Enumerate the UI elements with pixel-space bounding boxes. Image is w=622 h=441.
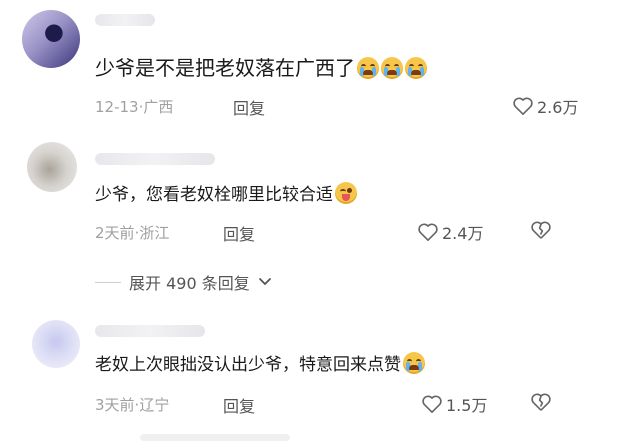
next-comment-partial bbox=[140, 434, 290, 441]
like-button[interactable]: 2.4万 bbox=[417, 220, 483, 244]
like-count: 1.5万 bbox=[446, 396, 488, 415]
crying-face-emoji-icon bbox=[357, 57, 379, 79]
winking-tongue-emoji-icon bbox=[335, 182, 357, 204]
blurred-username[interactable] bbox=[95, 14, 155, 26]
avatar[interactable] bbox=[32, 320, 80, 368]
comment-meta: 12-13·广西 bbox=[95, 98, 174, 116]
like-count: 2.6万 bbox=[537, 98, 579, 117]
crying-face-emoji-icon bbox=[405, 57, 427, 79]
reply-text: 老奴上次眼拙没认出少爷，特意回来点赞 bbox=[95, 350, 425, 375]
blurred-username[interactable] bbox=[95, 325, 205, 337]
avatar[interactable] bbox=[22, 10, 80, 68]
heart-icon bbox=[513, 97, 533, 115]
comment-text: 少爷是不是把老奴落在广西了 bbox=[95, 52, 427, 81]
like-count: 2.4万 bbox=[442, 224, 484, 243]
like-button[interactable]: 2.6万 bbox=[512, 94, 578, 118]
expand-replies-button[interactable]: 展开 490 条回复 bbox=[95, 270, 272, 294]
crying-face-emoji-icon bbox=[381, 57, 403, 79]
broken-heart-icon[interactable] bbox=[530, 392, 552, 412]
reply-text: 少爷，您看老奴栓哪里比较合适 bbox=[95, 180, 357, 205]
reply-meta: 3天前·辽宁 bbox=[95, 396, 170, 414]
reply-button[interactable]: 回复 bbox=[233, 95, 265, 119]
reply-button[interactable]: 回复 bbox=[223, 221, 255, 245]
reply-button[interactable]: 回复 bbox=[223, 393, 255, 417]
reply-meta: 2天前·浙江 bbox=[95, 224, 170, 242]
avatar[interactable] bbox=[27, 142, 77, 192]
like-button[interactable]: 1.5万 bbox=[421, 392, 487, 416]
expand-label: 展开 490 条回复 bbox=[129, 274, 250, 293]
divider bbox=[95, 281, 121, 283]
heart-icon bbox=[422, 395, 442, 413]
crying-face-emoji-icon bbox=[403, 352, 425, 374]
chevron-down-icon bbox=[258, 278, 271, 286]
heart-icon bbox=[418, 223, 438, 241]
broken-heart-icon[interactable] bbox=[530, 220, 552, 240]
blurred-username[interactable] bbox=[95, 153, 215, 165]
